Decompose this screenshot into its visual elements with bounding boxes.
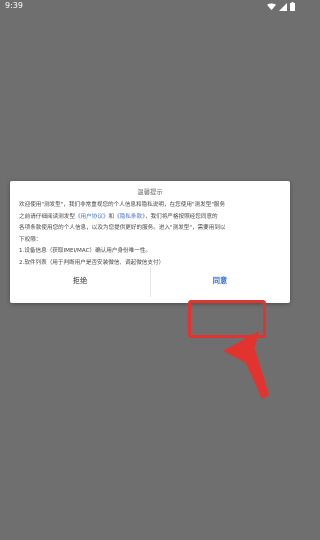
wifi-icon [267, 2, 276, 11]
dialog-title: 温馨提示 [137, 188, 163, 196]
privacy-policy-link[interactable]: 《隐私条款》 [114, 214, 145, 220]
signal-icon [279, 2, 287, 11]
dialog-body-line-1: 欢迎使用"测发型"，我们非常重视您的个人信息和隐私说明，在您使用"测发型"服务 [19, 202, 226, 208]
reject-button[interactable]: 拒绝 [10, 264, 150, 297]
dialog-body-line-2: 之前请仔细阅读测发型《用户协议》和《隐私条款》，我们将严格按照经您同意的 [19, 212, 285, 224]
user-agreement-link[interactable]: 《用户协议》 [75, 214, 109, 220]
battery-icon [290, 2, 295, 11]
dialog-body-line-3: 各项条款使用您的个人信息，以及为您提供更好的服务。进入"测发型"，需要用到以 [19, 225, 226, 232]
status-icons [267, 2, 295, 11]
dialog-body-line-2-suffix: ，我们将严格按照经您同意的 [144, 213, 218, 220]
agree-button[interactable]: 同意 [150, 264, 290, 297]
agree-highlight-box [188, 300, 266, 338]
dialog-body: 欢迎使用"测发型"，我们非常重视您的个人信息和隐私说明，在您使用"测发型"服务 … [19, 200, 285, 270]
dialog-body-line-4: 下权限： [19, 236, 42, 243]
dialog-body-line-2-prefix: 之前请仔细阅读测发型 [19, 213, 75, 220]
status-time: 9:39 [5, 1, 23, 10]
privacy-dialog: 温馨提示 欢迎使用"测发型"，我们非常重视您的个人信息和隐私说明，在您使用"测发… [10, 181, 290, 303]
dialog-body-line-5: 1.设备信息（获取IMEI/MAC）确认用户身份唯一性。 [19, 248, 152, 255]
status-bar: 9:39 [0, 0, 300, 14]
